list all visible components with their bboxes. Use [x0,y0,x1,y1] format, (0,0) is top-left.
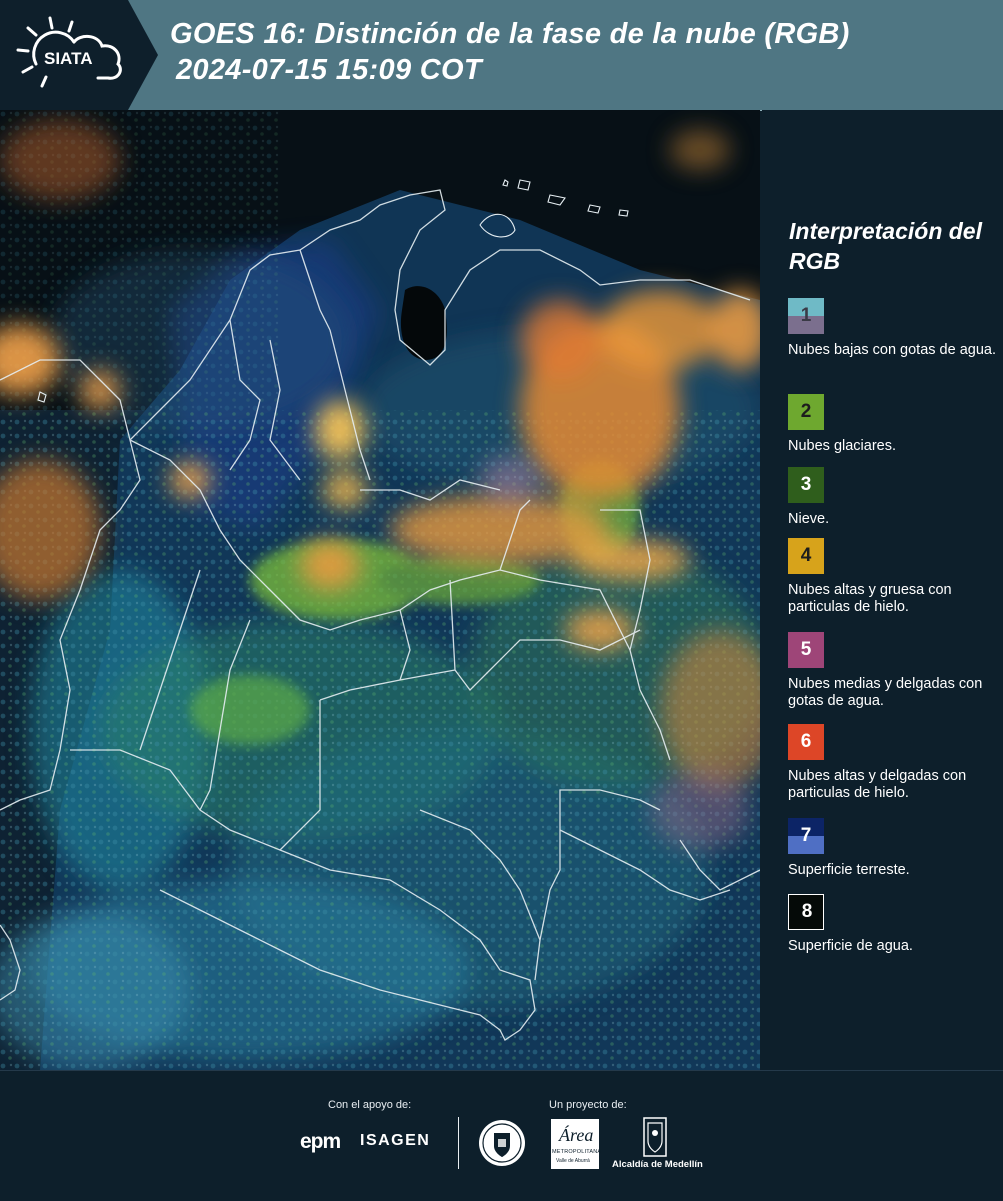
legend-swatch-5: 5 [788,632,824,668]
legend-item-2: 2 Nubes glaciares. [788,394,998,455]
project-label: Un proyecto de: [549,1099,627,1111]
logo-arrow [128,0,158,110]
legend-swatch-2: 2 [788,394,824,430]
satellite-map [0,110,760,1070]
area-logo-text: Área [559,1125,594,1145]
legend-number-8: 8 [801,901,813,922]
area-logo-sub2: Valle de Aburrá [556,1158,590,1164]
legend-label-2: Nubes glaciares. [788,438,896,454]
legend-number-5: 5 [800,639,812,660]
legend-label-5: Nubes medias y delgadas con gotas de agu… [788,676,983,709]
legend-title: Interpretación del RGB [789,218,982,274]
legend-number-2: 2 [800,401,812,422]
legend-label-8: Superficie de agua. [788,938,913,954]
logo-text: SIATA [44,49,92,68]
area-logo-sub: METROPOLITANA [552,1149,602,1155]
isagen-logo: ISAGEN [360,1132,431,1149]
legend-label-1: Nubes bajas con gotas de agua. [788,342,996,358]
legend-swatch-7: 7 [788,818,824,854]
epm-logo: epm [300,1130,341,1153]
siata-logo-icon: SIATA [16,16,122,88]
footer: Con el apoyo de: Un proyecto de: epm ISA… [0,1070,1003,1201]
legend-item-1: 1 Nubes bajas con gotas de agua. [788,298,998,359]
legend-swatch-8: 8 [788,894,824,930]
legend-item-3: 3 Nieve. [788,467,998,528]
legend-number-7: 7 [800,825,812,846]
legend-item-4: 4 Nubes altas y gruesa con particulas de… [788,538,998,616]
legend-item-6: 6 Nubes altas y delgadas con particulas … [788,724,998,802]
legend-label-3: Nieve. [788,511,830,527]
legend-swatch-3: 3 [788,467,824,503]
legend-number-3: 3 [800,474,812,495]
support-label: Con el apoyo de: [328,1099,412,1111]
legend-item-5: 5 Nubes medias y delgadas con gotas de a… [788,632,998,710]
header-bar: SIATA GOES 16: Distinción de la fase de … [0,0,1003,111]
legend-item-7: 7 Superficie terreste. [788,818,998,879]
alcaldia-label: Alcaldía de Medellín [612,1159,703,1170]
footer-divider [458,1117,459,1169]
title-line-2: 2024-07-15 15:09 COT [176,54,482,86]
legend-label-4: Nubes altas y gruesa con particulas de h… [788,582,952,615]
legend-item-8: 8 Superficie de agua. [788,894,998,955]
legend-number-4: 4 [800,545,812,566]
legend-panel: Interpretación del RGB 1 Nubes bajas con… [762,110,1003,1070]
legend-swatch-6: 6 [788,724,824,760]
medellin-seal-icon [479,1120,525,1166]
area-metropolitana-logo: Área METROPOLITANA Valle de Aburrá [551,1119,602,1169]
legend-number-6: 6 [800,731,812,752]
legend-number-1: 1 [800,305,812,326]
page-title: GOES 16: Distinción de la fase de la nub… [170,16,850,88]
alcaldia-shield-icon [643,1117,667,1157]
legend-swatch-1: 1 [788,298,824,334]
legend-label-7: Superficie terreste. [788,862,910,878]
legend-label-6: Nubes altas y delgadas con particulas de… [788,768,967,801]
legend-swatch-4: 4 [788,538,824,574]
title-line-1: GOES 16: Distinción de la fase de la nub… [170,18,850,50]
satellite-rgb-image [0,110,760,1070]
